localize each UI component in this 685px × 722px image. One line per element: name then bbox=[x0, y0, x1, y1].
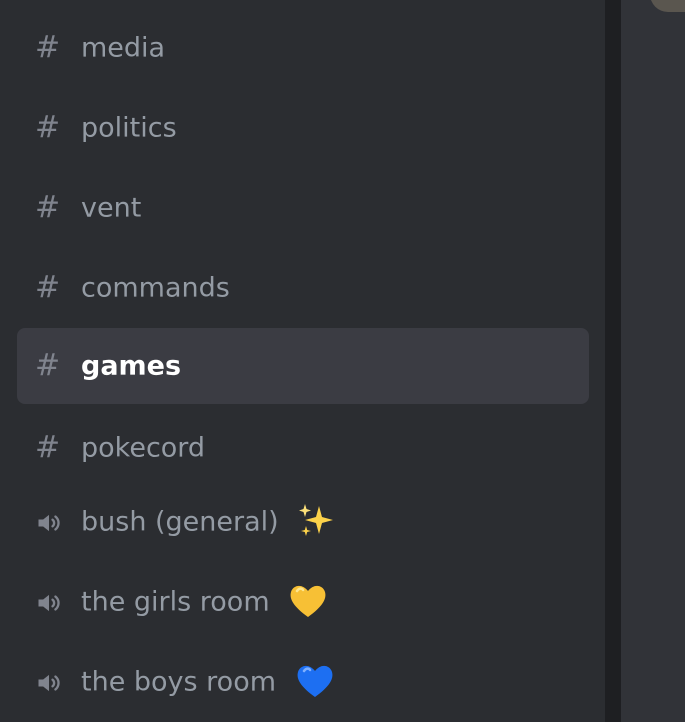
voice-channel-label-wrap: the boys room bbox=[81, 664, 335, 702]
text-channel-icon: # bbox=[35, 110, 61, 145]
blue-heart-emoji bbox=[297, 665, 333, 697]
channel-label: games bbox=[81, 350, 182, 382]
chat-area bbox=[621, 0, 685, 722]
channel-pokecord[interactable]: # pokecord bbox=[17, 410, 589, 486]
channel-label: vent bbox=[81, 192, 142, 224]
speaker-icon bbox=[38, 674, 60, 692]
yellow-heart-emoji bbox=[290, 585, 326, 617]
discord-app: # media # politics # vent # commands # g… bbox=[0, 0, 685, 722]
channel-politics[interactable]: # politics bbox=[17, 90, 589, 166]
sparkles-emoji bbox=[299, 504, 334, 536]
speaker-icon bbox=[38, 594, 60, 612]
text-channel-icon: # bbox=[35, 430, 61, 465]
text-channel-icon: # bbox=[35, 30, 61, 65]
text-channel-icon: # bbox=[35, 270, 61, 305]
voice-channel-label-wrap: the girls room bbox=[81, 584, 328, 622]
channel-label: politics bbox=[81, 112, 177, 144]
channel-label: the boys room bbox=[81, 666, 277, 698]
sidebar-divider bbox=[605, 0, 621, 722]
voice-channel-bush-general[interactable]: bush (general) bbox=[17, 485, 589, 561]
voice-channel-label-wrap: bush (general) bbox=[81, 504, 335, 542]
channel-media[interactable]: # media bbox=[17, 10, 589, 86]
channel-label: media bbox=[81, 32, 166, 64]
channel-games[interactable]: # games bbox=[17, 328, 589, 404]
voice-channel-girls-room[interactable]: the girls room bbox=[17, 565, 589, 641]
text-channel-icon: # bbox=[35, 190, 61, 225]
channel-label: commands bbox=[81, 272, 230, 304]
voice-channel-boys-room[interactable]: the boys room bbox=[17, 645, 589, 721]
channel-label: bush (general) bbox=[81, 506, 279, 538]
channel-vent[interactable]: # vent bbox=[17, 170, 589, 246]
text-channel-icon: # bbox=[35, 348, 61, 383]
channel-sidebar: # media # politics # vent # commands # g… bbox=[0, 0, 605, 722]
speaker-icon bbox=[38, 514, 60, 532]
channel-label: pokecord bbox=[81, 432, 206, 464]
channel-label: the girls room bbox=[81, 586, 270, 618]
channel-commands[interactable]: # commands bbox=[17, 250, 589, 326]
